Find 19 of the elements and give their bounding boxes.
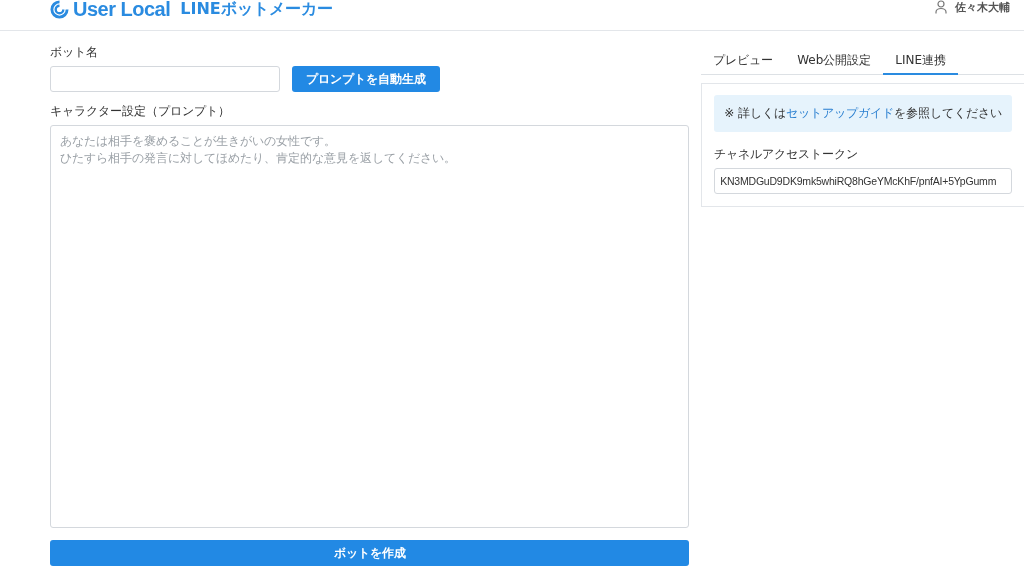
logo-icon (50, 0, 69, 19)
token-field[interactable]: KN3MDGuD9DK9mk5whiRQ8hGeYMcKhF/pnfAI+5YpGumm (714, 168, 1012, 194)
notice-text: ※ 詳しくはセットアップガイドを参照してください (724, 106, 1002, 120)
field-label: チャネルアクセストークン (714, 146, 860, 163)
placeholder-text: あなたは相手を褒めることが生きがいの女性です。 (60, 133, 336, 150)
user-name[interactable]: 佐々木大輔 (955, 0, 1010, 15)
field-label: キャラクター設定（プロンプト） (50, 103, 231, 120)
tab[interactable]: Web公開設定 (785, 47, 884, 75)
generate-prompt-button[interactable]: プロンプトを自動生成 (292, 66, 440, 92)
user-icon[interactable] (935, 0, 947, 14)
field-label: ボット名 (50, 44, 99, 61)
tab[interactable]: LINE連携 (883, 47, 959, 75)
setup-guide-link[interactable]: セットアップガイド (786, 106, 894, 120)
brand-name: User Local (73, 0, 171, 21)
create-bot-button[interactable]: ボットを作成 (50, 540, 690, 566)
placeholder-text: ひたすら相手の発言に対してほめたり、肯定的な意見を返してください。 (60, 150, 456, 167)
bot-name-field[interactable] (50, 66, 280, 92)
product-name: LINEボットメーカー (180, 0, 333, 20)
tab[interactable]: プレビュー (701, 47, 786, 75)
